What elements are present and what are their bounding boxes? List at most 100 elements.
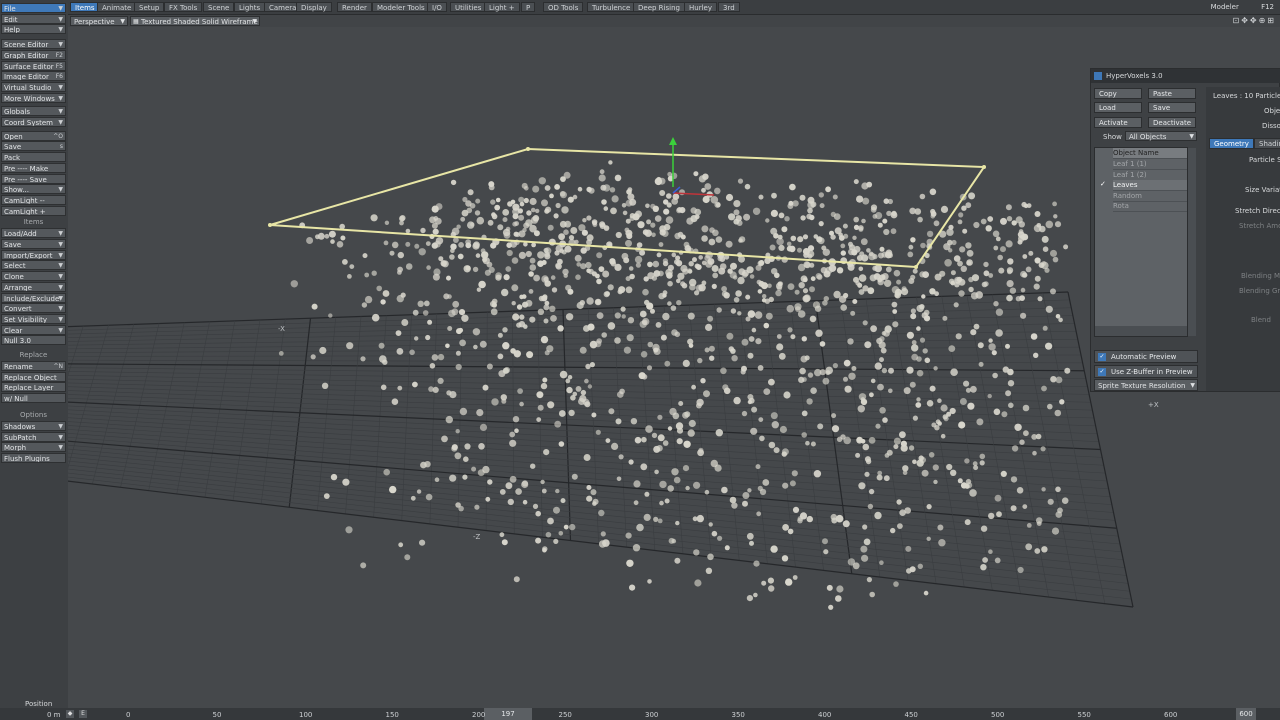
- sprite-resolution-dropdown[interactable]: Sprite Texture Resolution ▼: [1094, 379, 1198, 391]
- sidebar-items-convert[interactable]: Convert ▼: [1, 303, 66, 314]
- paste-button[interactable]: Paste: [1148, 88, 1196, 99]
- sidebar-items-save[interactable]: Save ▼: [1, 239, 66, 249]
- move-view-icon[interactable]: ✥: [1241, 16, 1250, 25]
- sidebar-scene-show-label: Show...: [4, 186, 29, 195]
- automatic-preview-checkbox[interactable]: ✓ Automatic Preview: [1094, 350, 1198, 363]
- sidebar-items-clear[interactable]: Clear ▼: [1, 324, 66, 335]
- sidebar-scene-pack[interactable]: Pack: [1, 152, 66, 163]
- current-frame-slider[interactable]: 197: [484, 708, 532, 720]
- object-list-scrollbar[interactable]: [1188, 148, 1196, 336]
- sidebar-morph[interactable]: Morph ▼: [1, 442, 66, 453]
- hypervoxels-titlebar[interactable]: HyperVoxels 3.0: [1091, 69, 1280, 83]
- sidebar-items-include-exclude[interactable]: Include/Exclude ▼: [1, 292, 66, 303]
- sidebar-scene-camlight[interactable]: CamLight +: [1, 205, 66, 216]
- deactivate-button[interactable]: Deactivate: [1148, 117, 1196, 128]
- timeline-tick-label: 200: [472, 711, 486, 719]
- rotate-view-icon[interactable]: ✥: [1250, 16, 1259, 25]
- shortcut-key: F5: [55, 62, 63, 70]
- tab-lights[interactable]: Lights: [234, 2, 266, 12]
- end-frame-field[interactable]: 600: [1236, 708, 1256, 720]
- sidebar-items-arrange[interactable]: Arrange ▼: [1, 281, 66, 292]
- tab-hurley[interactable]: Hurley: [684, 2, 717, 12]
- chevron-down-icon: ▼: [58, 422, 63, 430]
- sidebar-replace-object[interactable]: Replace Object: [1, 371, 66, 382]
- tab-i-o[interactable]: I/O: [427, 2, 447, 12]
- object-list-hscrollbar[interactable]: [1095, 326, 1187, 336]
- sidebar-rename[interactable]: Rename ^N: [1, 361, 66, 371]
- tab-items[interactable]: Items: [70, 2, 100, 12]
- tab-geometry[interactable]: Geometry: [1209, 138, 1254, 149]
- tab-3rd[interactable]: 3rd: [718, 2, 740, 12]
- menu-file[interactable]: File ▼: [1, 3, 66, 13]
- tab-p[interactable]: P: [521, 2, 536, 12]
- sidebar-replace-layer[interactable]: Replace Layer: [1, 382, 66, 393]
- show-filter-dropdown[interactable]: All Objects ▼: [1125, 131, 1197, 141]
- fit-icon[interactable]: ⊞: [1267, 16, 1276, 25]
- shortcut-key: ^O: [53, 132, 63, 140]
- sidebar-items-set-visibility[interactable]: Set Visibility ▼: [1, 313, 66, 324]
- sidebar-scene-pre-make[interactable]: Pre ---- Make: [1, 162, 66, 173]
- timeline-bar[interactable]: 0 m ◆ E 197 600 0 50 100 150 200 250 300 350 400…: [0, 708, 1280, 720]
- object-list-header[interactable]: Object Name: [1113, 148, 1187, 159]
- keyframe-nav-icon[interactable]: ◆: [66, 710, 74, 718]
- object-list-item[interactable]: Leaves: [1113, 180, 1187, 191]
- menu-edit[interactable]: Edit ▼: [1, 13, 66, 24]
- object-list-item[interactable]: Leaf 1 (2): [1113, 170, 1187, 181]
- tab-utilities[interactable]: Utilities: [450, 2, 487, 12]
- blending-mode-label: Blending Mo: [1241, 272, 1280, 280]
- tab-animate[interactable]: Animate: [97, 2, 137, 12]
- tab-render[interactable]: Render: [337, 2, 372, 12]
- position-value: 0 m: [47, 711, 61, 719]
- sidebar-items-null-3-0[interactable]: Null 3.0: [1, 335, 66, 346]
- sidebar-scene-open[interactable]: Open ^O: [1, 130, 66, 141]
- sidebar-items-import-export[interactable]: Import/Export ▼: [1, 249, 66, 260]
- sidebar-w-null[interactable]: w/ Null: [1, 393, 66, 404]
- tab-display[interactable]: Display: [296, 2, 332, 12]
- sidebar-image-editor[interactable]: Image Editor F6: [1, 71, 66, 82]
- sidebar-graph-editor[interactable]: Graph Editor F2: [1, 49, 66, 60]
- sidebar-globals[interactable]: Globals ▼: [1, 106, 66, 117]
- load-button[interactable]: Load: [1094, 102, 1142, 113]
- sidebar-scene-show[interactable]: Show... ▼: [1, 184, 66, 195]
- save-button[interactable]: Save: [1148, 102, 1196, 113]
- tab-od-tools[interactable]: OD Tools: [543, 2, 584, 12]
- sidebar-surface-editor[interactable]: Surface Editor F5: [1, 60, 66, 71]
- object-list-item[interactable]: Rota: [1113, 201, 1187, 212]
- sidebar-graph-editor-label: Graph Editor: [4, 51, 49, 60]
- tab-light[interactable]: Light +: [484, 2, 520, 12]
- tab-modeler-tools[interactable]: Modeler Tools: [372, 2, 430, 12]
- tab-setup[interactable]: Setup: [134, 2, 165, 12]
- tab-shading[interactable]: Shadin: [1254, 138, 1280, 149]
- modeler-switch[interactable]: Modeler F12: [1211, 2, 1274, 12]
- sidebar-flush-plugins[interactable]: Flush Plugins: [1, 452, 66, 463]
- tab-scene[interactable]: Scene: [203, 2, 235, 12]
- sidebar-virtual-studio[interactable]: Virtual Studio ▼: [1, 81, 66, 92]
- object-list-item[interactable]: Leaf 1 (1): [1113, 159, 1187, 170]
- sidebar-scene-save[interactable]: Save s: [1, 141, 66, 152]
- sidebar-shadows[interactable]: Shadows ▼: [1, 420, 66, 431]
- zbuffer-preview-checkbox[interactable]: ✓ Use Z-Buffer in Preview: [1094, 365, 1198, 378]
- view-mode-dropdown[interactable]: Perspective ▼: [70, 16, 128, 26]
- render-mode-dropdown[interactable]: ▦ Textured Shaded Solid Wireframe ▼: [130, 16, 260, 26]
- activate-button[interactable]: Activate: [1094, 117, 1142, 128]
- object-list-item[interactable]: Random: [1113, 191, 1187, 202]
- sidebar-more-windows[interactable]: More Windows ▼: [1, 92, 66, 103]
- sidebar-items-load-add[interactable]: Load/Add ▼: [1, 228, 66, 239]
- sidebar-items-select[interactable]: Select ▼: [1, 260, 66, 271]
- edit-icon[interactable]: E: [79, 710, 87, 718]
- sidebar-scene-editor[interactable]: Scene Editor ▼: [1, 39, 66, 50]
- sidebar-items-clone[interactable]: Clone ▼: [1, 271, 66, 282]
- menu-help[interactable]: Help ▼: [1, 24, 66, 35]
- tab-deep-rising[interactable]: Deep Rising: [633, 2, 685, 12]
- sidebar-scene-camlight[interactable]: CamLight --: [1, 194, 66, 205]
- zoom-icon[interactable]: ⊕: [1259, 16, 1268, 25]
- timeline-tick-label: 100: [299, 711, 313, 719]
- tab-turbulence[interactable]: Turbulence: [587, 2, 636, 12]
- copy-button[interactable]: Copy: [1094, 88, 1142, 99]
- maximize-icon[interactable]: ⊡: [1232, 16, 1241, 25]
- sidebar-subpatch[interactable]: SubPatch ▼: [1, 431, 66, 442]
- z-axis-handle: [672, 186, 681, 194]
- sidebar-scene-pre-save[interactable]: Pre ---- Save: [1, 173, 66, 184]
- sidebar-coord-system[interactable]: Coord System ▼: [1, 117, 66, 127]
- tab-fx-tools[interactable]: FX Tools: [164, 2, 203, 12]
